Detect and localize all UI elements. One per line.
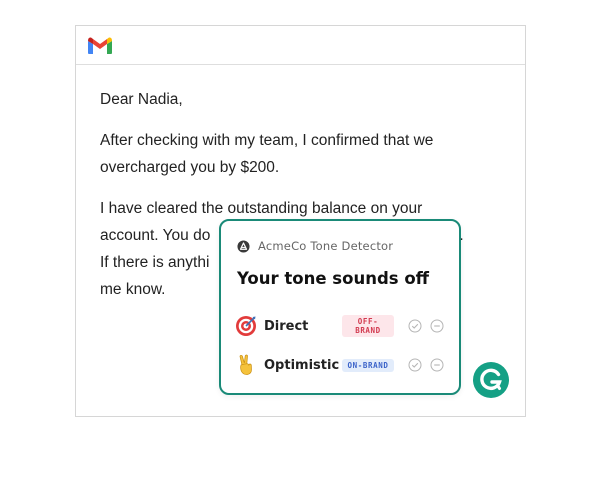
check-circle-icon[interactable] [408, 358, 422, 372]
paragraph-1-line-2: overcharged you by $200. [100, 159, 280, 176]
tone-row-optimistic[interactable]: Optimistic ON-BRAND [235, 353, 449, 377]
paragraph-2-line-2-start: account. You do [100, 227, 211, 244]
gmail-logo-icon [88, 37, 112, 54]
minus-circle-icon[interactable] [430, 319, 444, 333]
grammarly-logo-icon[interactable] [473, 362, 509, 398]
minus-circle-icon[interactable] [430, 358, 444, 372]
email-paragraph-1: After checking with my team, I confirmed… [100, 127, 500, 181]
paragraph-2-line-3-start: If there is anythi [100, 254, 210, 271]
brand-label: AcmeCo Tone Detector [258, 239, 394, 253]
acmeco-logo-icon [237, 239, 250, 253]
on-brand-badge: ON-BRAND [342, 358, 394, 372]
email-header [76, 26, 525, 65]
tone-detector-popup: AcmeCo Tone Detector Your tone sounds of… [219, 219, 461, 395]
stage: Dear Nadia, After checking with my team,… [0, 0, 599, 480]
paragraph-1-line-1: After checking with my team, I confirmed… [100, 132, 434, 149]
popup-brand: AcmeCo Tone Detector [237, 239, 393, 253]
check-circle-icon[interactable] [408, 319, 422, 333]
off-brand-badge: OFF-BRAND [342, 315, 394, 337]
tone-name: Optimistic [264, 357, 340, 373]
tone-name: Direct [264, 318, 309, 334]
paragraph-2-line-1: I have cleared the outstanding balance o… [100, 200, 423, 217]
victory-hand-icon [239, 354, 252, 375]
tone-row-direct[interactable]: Direct OFF-BRAND [235, 314, 449, 338]
target-icon [236, 316, 256, 336]
email-greeting: Dear Nadia, [100, 91, 183, 108]
popup-title: Your tone sounds off [237, 269, 430, 288]
